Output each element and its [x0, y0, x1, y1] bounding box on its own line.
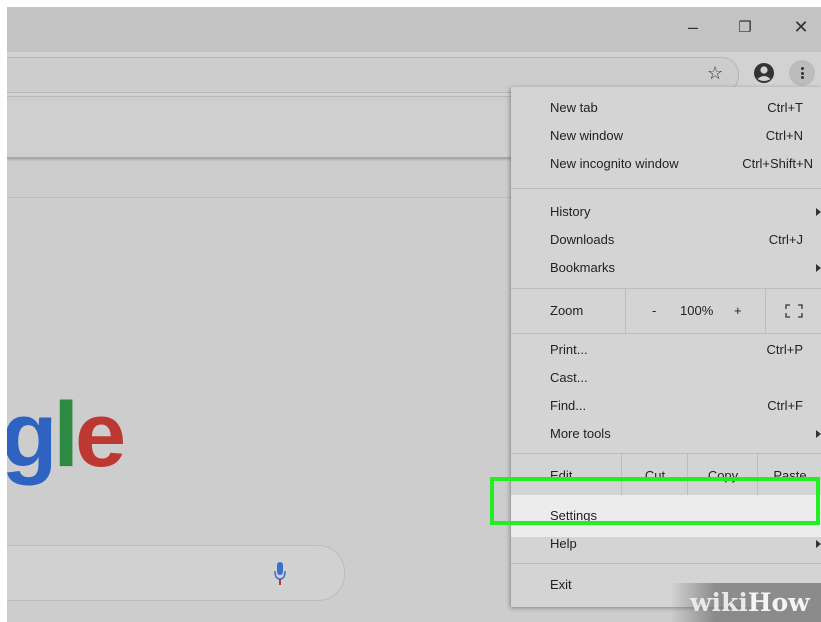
minimize-icon: – [687, 16, 698, 37]
menu-item-new-window[interactable]: New window Ctrl+N [511, 122, 821, 150]
title-bar: – ❐ ✕ [7, 7, 821, 52]
menu-item-find[interactable]: Find... Ctrl+F [511, 392, 821, 420]
bookmarks-bar [7, 101, 511, 159]
menu-item-cast[interactable]: Cast... [511, 364, 821, 392]
menu-button[interactable] [789, 60, 815, 86]
submenu-arrow-icon [816, 430, 821, 438]
zoom-out-button[interactable]: - [652, 289, 656, 333]
submenu-arrow-icon [816, 264, 821, 272]
chrome-menu: New tab Ctrl+T New window Ctrl+N New inc… [511, 87, 821, 607]
menu-separator [511, 563, 821, 564]
close-icon: ✕ [793, 16, 809, 37]
fullscreen-icon [785, 304, 803, 318]
menu-separator [511, 333, 821, 334]
menu-item-bookmarks[interactable]: Bookmarks [511, 254, 821, 282]
menu-item-print[interactable]: Print... Ctrl+P [511, 336, 821, 364]
menu-item-help[interactable]: Help [511, 530, 821, 558]
fullscreen-button[interactable] [765, 289, 821, 333]
restore-icon: ❐ [738, 19, 752, 36]
more-vert-icon [800, 66, 804, 81]
close-button[interactable]: ✕ [781, 7, 821, 47]
zoom-level: 100% [680, 303, 714, 318]
menu-row-zoom: Zoom - 100% + [511, 289, 821, 333]
menu-item-new-incognito[interactable]: New incognito window Ctrl+Shift+N [511, 150, 821, 178]
zoom-in-button[interactable]: + [734, 289, 742, 333]
menu-item-new-tab[interactable]: New tab Ctrl+T [511, 94, 821, 122]
menu-item-history[interactable]: History [511, 198, 821, 226]
menu-item-downloads[interactable]: Downloads Ctrl+J [511, 226, 821, 254]
divider [7, 197, 511, 198]
browser-window: – ❐ ✕ ☆ ogle New tab Ctrl+T New [7, 7, 821, 622]
wikihow-watermark: wikiHow [670, 583, 821, 622]
settings-highlight-box [490, 477, 820, 525]
microphone-icon[interactable] [274, 561, 286, 587]
submenu-arrow-icon [816, 208, 821, 216]
menu-item-more-tools[interactable]: More tools [511, 420, 821, 448]
menu-separator [511, 188, 821, 189]
submenu-arrow-icon [816, 540, 821, 548]
account-icon[interactable] [753, 62, 775, 84]
bookmark-star-icon[interactable]: ☆ [707, 63, 723, 83]
restore-button[interactable]: ❐ [725, 7, 765, 47]
search-box[interactable] [7, 545, 345, 601]
google-logo: ogle [7, 384, 126, 486]
minimize-button[interactable]: – [673, 7, 713, 47]
